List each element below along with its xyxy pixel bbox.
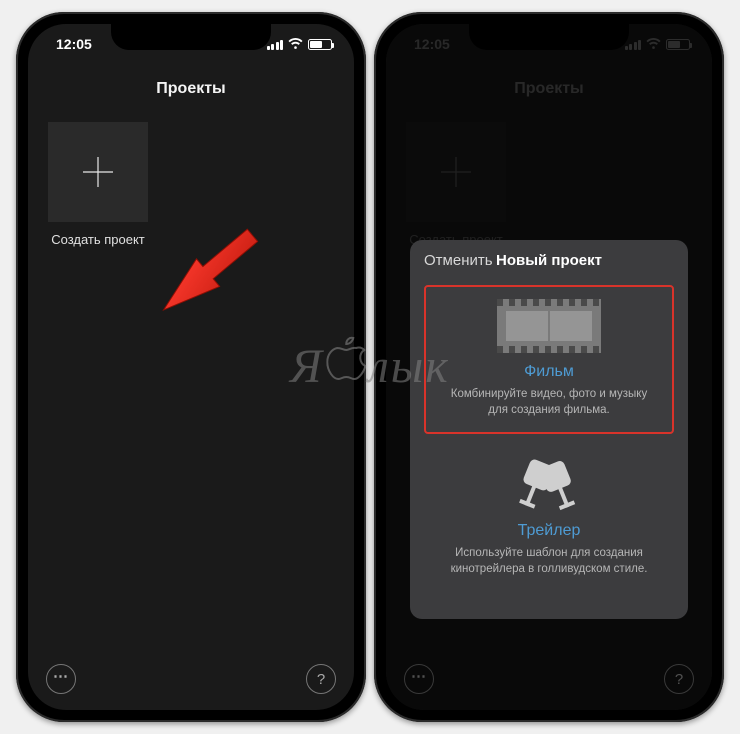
screen-right: 12:05 Проекты Создать проект — [386, 24, 712, 710]
create-project-label: Создать проект — [48, 232, 148, 247]
trailer-description: Используйте шаблон для создания кинотрей… — [434, 546, 664, 577]
more-button[interactable]: ⋯ — [404, 664, 434, 694]
trailer-title: Трейлер — [434, 522, 664, 540]
phone-frame-right: 12:05 Проекты Создать проект — [374, 12, 724, 722]
filmstrip-icon — [497, 299, 601, 353]
clock: 12:05 — [56, 36, 92, 52]
battery-icon — [308, 39, 332, 50]
create-project-tile[interactable] — [48, 122, 148, 222]
notch — [469, 24, 629, 50]
screen-left: 12:05 Проекты Создать проект — [28, 24, 354, 710]
plus-icon — [77, 151, 119, 193]
more-button[interactable]: ⋯ — [46, 664, 76, 694]
cancel-button[interactable]: Отменить — [424, 252, 493, 269]
movie-description: Комбинируйте видео, фото и музыку для со… — [436, 387, 662, 418]
question-icon: ? — [675, 671, 683, 688]
ellipsis-icon: ⋯ — [53, 667, 69, 685]
question-icon: ? — [317, 671, 325, 688]
status-icons — [267, 36, 333, 52]
movie-option[interactable]: Фильм Комбинируйте видео, фото и музыку … — [424, 285, 674, 434]
wifi-icon — [288, 36, 303, 52]
annotation-arrow — [146, 209, 286, 354]
trailer-option[interactable]: Трейлер Используйте шаблон для создания … — [424, 444, 674, 591]
spotlights-icon — [514, 456, 584, 512]
notch — [111, 24, 271, 50]
new-project-sheet: Отменить Новый проект Фильм Комбинируйте… — [410, 240, 688, 619]
ellipsis-icon: ⋯ — [411, 667, 427, 685]
nav-title: Проекты — [28, 64, 354, 118]
phone-frame-left: 12:05 Проекты Создать проект — [16, 12, 366, 722]
help-button[interactable]: ? — [664, 664, 694, 694]
help-button[interactable]: ? — [306, 664, 336, 694]
movie-title: Фильм — [436, 363, 662, 381]
